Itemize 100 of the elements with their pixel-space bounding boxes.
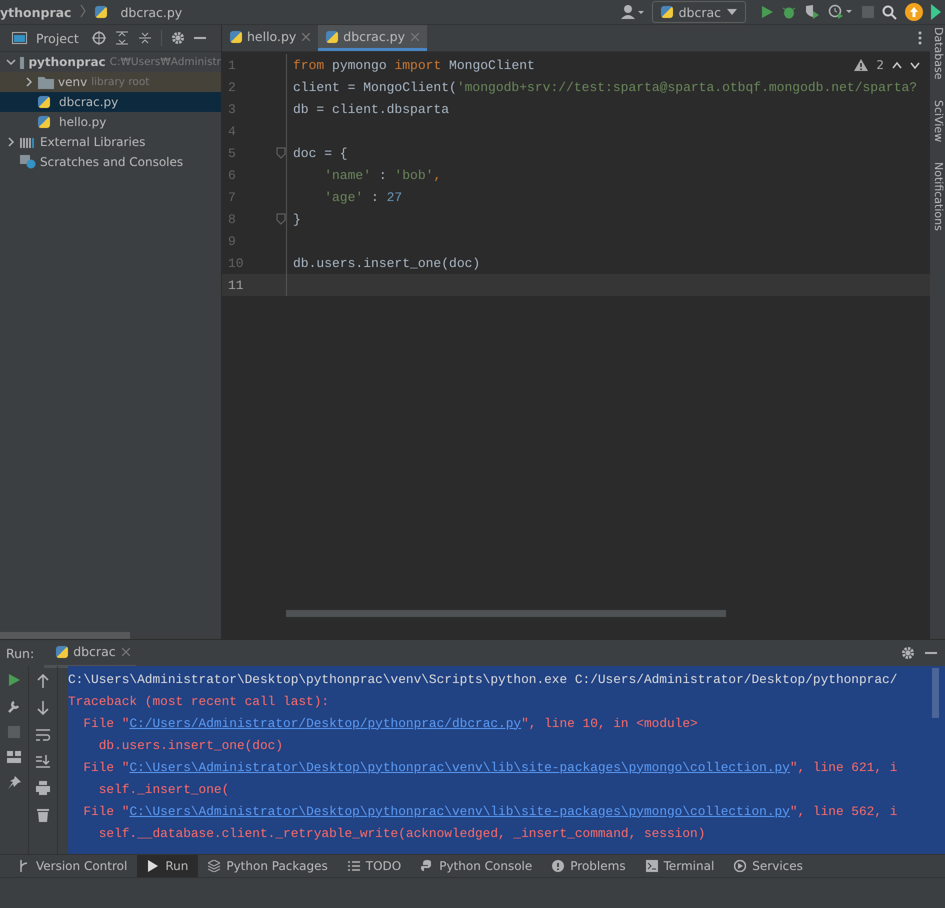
line-number: 10 [227,256,245,270]
pin-icon[interactable] [7,776,21,790]
tool-window-tab[interactable]: Run [137,855,198,877]
console-line: db.users.insert_one(doc) [98,736,284,754]
tool-window-tab[interactable]: Python Console [411,855,542,877]
line-number: 9 [227,234,237,248]
scratch-icon [20,155,36,169]
caret-icon[interactable] [727,9,737,15]
wrench-icon[interactable] [7,699,21,713]
tool-window-tab[interactable]: Version Control [8,855,138,877]
settings-icon[interactable] [901,646,915,660]
clock-run-icon[interactable] [828,4,854,20]
python-file-icon [38,96,50,108]
line-number: 6 [227,168,237,182]
python-file-icon [38,116,50,128]
vcs-icon [18,860,30,872]
app-logo-icon[interactable] [931,3,941,21]
more-options-icon[interactable] [918,31,922,45]
todo-icon [348,860,360,872]
collapse-all-icon[interactable] [138,31,152,45]
python-file-icon [230,30,242,42]
user-icon[interactable] [620,4,644,20]
project-tree-item[interactable]: venv library root [0,72,221,92]
line-number: 8 [227,212,237,226]
tool-window-tab[interactable]: Terminal [636,855,724,877]
console-icon [421,860,434,872]
line-number: 3 [227,102,237,116]
run-configuration-dropdown[interactable]: dbcrac [652,1,746,23]
fold-marker-icon[interactable] [276,147,286,159]
expand-all-icon[interactable] [114,31,129,45]
project-tree-item[interactable]: dbcrac.py [0,92,221,112]
scrollbar[interactable] [0,632,130,639]
console-line: self.__database.client._retryable_write(acknowledged, _insert_command, session) [98,824,706,842]
line-number: 11 [227,278,245,292]
side-tool-tab[interactable]: Database [930,27,945,80]
console-line: File "C:\Users\Administrator\Desktop\pythonprac\venv\lib\site-packages\pymongo\collection.py", line 562, i [82,802,898,820]
down-arrow-icon[interactable] [37,701,49,715]
library-icon [20,136,36,148]
code-line: from pymongo import MongoClient [293,58,535,72]
side-tool-tab[interactable]: SciView [930,100,945,142]
code-line: } [293,212,301,226]
warning-icon[interactable] [854,59,868,71]
warning-count[interactable]: 2 [876,58,884,72]
debug-bug-icon[interactable] [782,5,796,19]
console-line: File "C:\Users\Administrator\Desktop\pythonprac\venv\lib\site-packages\pymongo\collection.py", line 621, i [82,758,898,776]
settings-icon[interactable] [170,31,185,45]
line-number: 4 [227,124,237,138]
folder-icon [20,56,24,68]
line-number: 1 [227,58,237,72]
python-file-icon [56,646,68,658]
line-number: 7 [227,190,237,204]
run-icon[interactable] [760,5,774,19]
code-line: 'age' : 27 [323,190,402,204]
panel-window-icon [12,32,27,44]
code-line: 'name' : 'bob', [323,168,442,182]
run-icon [147,860,160,872]
console-line: File "C:/Users/Administrator/Desktop/pythonprac/dbcrac.py", line 10, in <module> [82,714,699,732]
python-file-icon [326,30,338,42]
run-label: Run: [6,646,34,660]
breadcrumb-item[interactable]: dbcrac.py [120,4,182,20]
tool-window-tab[interactable]: TODO [338,855,412,877]
tool-window-tab[interactable]: Problems [542,855,636,877]
search-icon[interactable] [882,4,897,20]
project-tree-item[interactable]: hello.py [0,112,221,132]
fold-marker-icon[interactable] [276,213,286,225]
soft-wrap-icon[interactable] [36,728,50,741]
problems-icon [552,860,564,872]
code-line: db.users.insert_one(doc) [293,256,480,270]
packages-icon [208,860,220,872]
tool-window-tab[interactable]: Services [724,855,813,877]
print-icon[interactable] [36,781,50,795]
tool-window-tab[interactable]: Python Packages [198,855,338,877]
project-tree-item[interactable]: External Libraries [0,132,221,152]
console-line: self._insert_one( [98,780,230,798]
project-panel-title[interactable]: Project [36,30,79,46]
project-tree-item[interactable]: pythonprac C:₩Users₩Administr [0,52,221,72]
line-number: 2 [227,80,237,94]
scroll-to-end-icon[interactable] [36,754,50,768]
python-file-icon [95,6,108,18]
terminal-icon [646,860,658,872]
rerun-icon[interactable] [8,674,20,686]
scrollbar[interactable] [286,610,726,617]
trash-icon[interactable] [37,808,49,822]
crosshair-icon[interactable] [92,31,106,45]
project-tree-item[interactable]: Scratches and Consoles [0,152,221,172]
breadcrumb-item[interactable]: ythonprac [0,4,72,20]
side-tool-tab[interactable]: Notifications [930,162,945,231]
editor-tab[interactable]: hello.py [222,25,318,51]
console-line: Traceback (most recent call last): [68,692,330,710]
editor-tab[interactable]: dbcrac.py [318,25,428,51]
code-line: client = MongoClient('mongodb+srv://test:sparta@sparta.otbqf.mongodb.net/sparta? [293,80,918,94]
shield-run-icon[interactable] [804,4,820,20]
folder-icon [38,76,54,88]
code-line: doc = { [293,146,348,160]
layout-icon[interactable] [7,751,21,763]
up-arrow-icon[interactable] [37,674,49,688]
code-line: db = client.dbsparta [293,102,450,116]
line-number: 5 [227,146,237,160]
scrollbar[interactable] [932,668,939,718]
console-line: C:\Users\Administrator\Desktop\pythonprac\venv\Scripts\python.exe C:/Users/Administrator/Desktop/pythonprac/ [68,670,898,688]
